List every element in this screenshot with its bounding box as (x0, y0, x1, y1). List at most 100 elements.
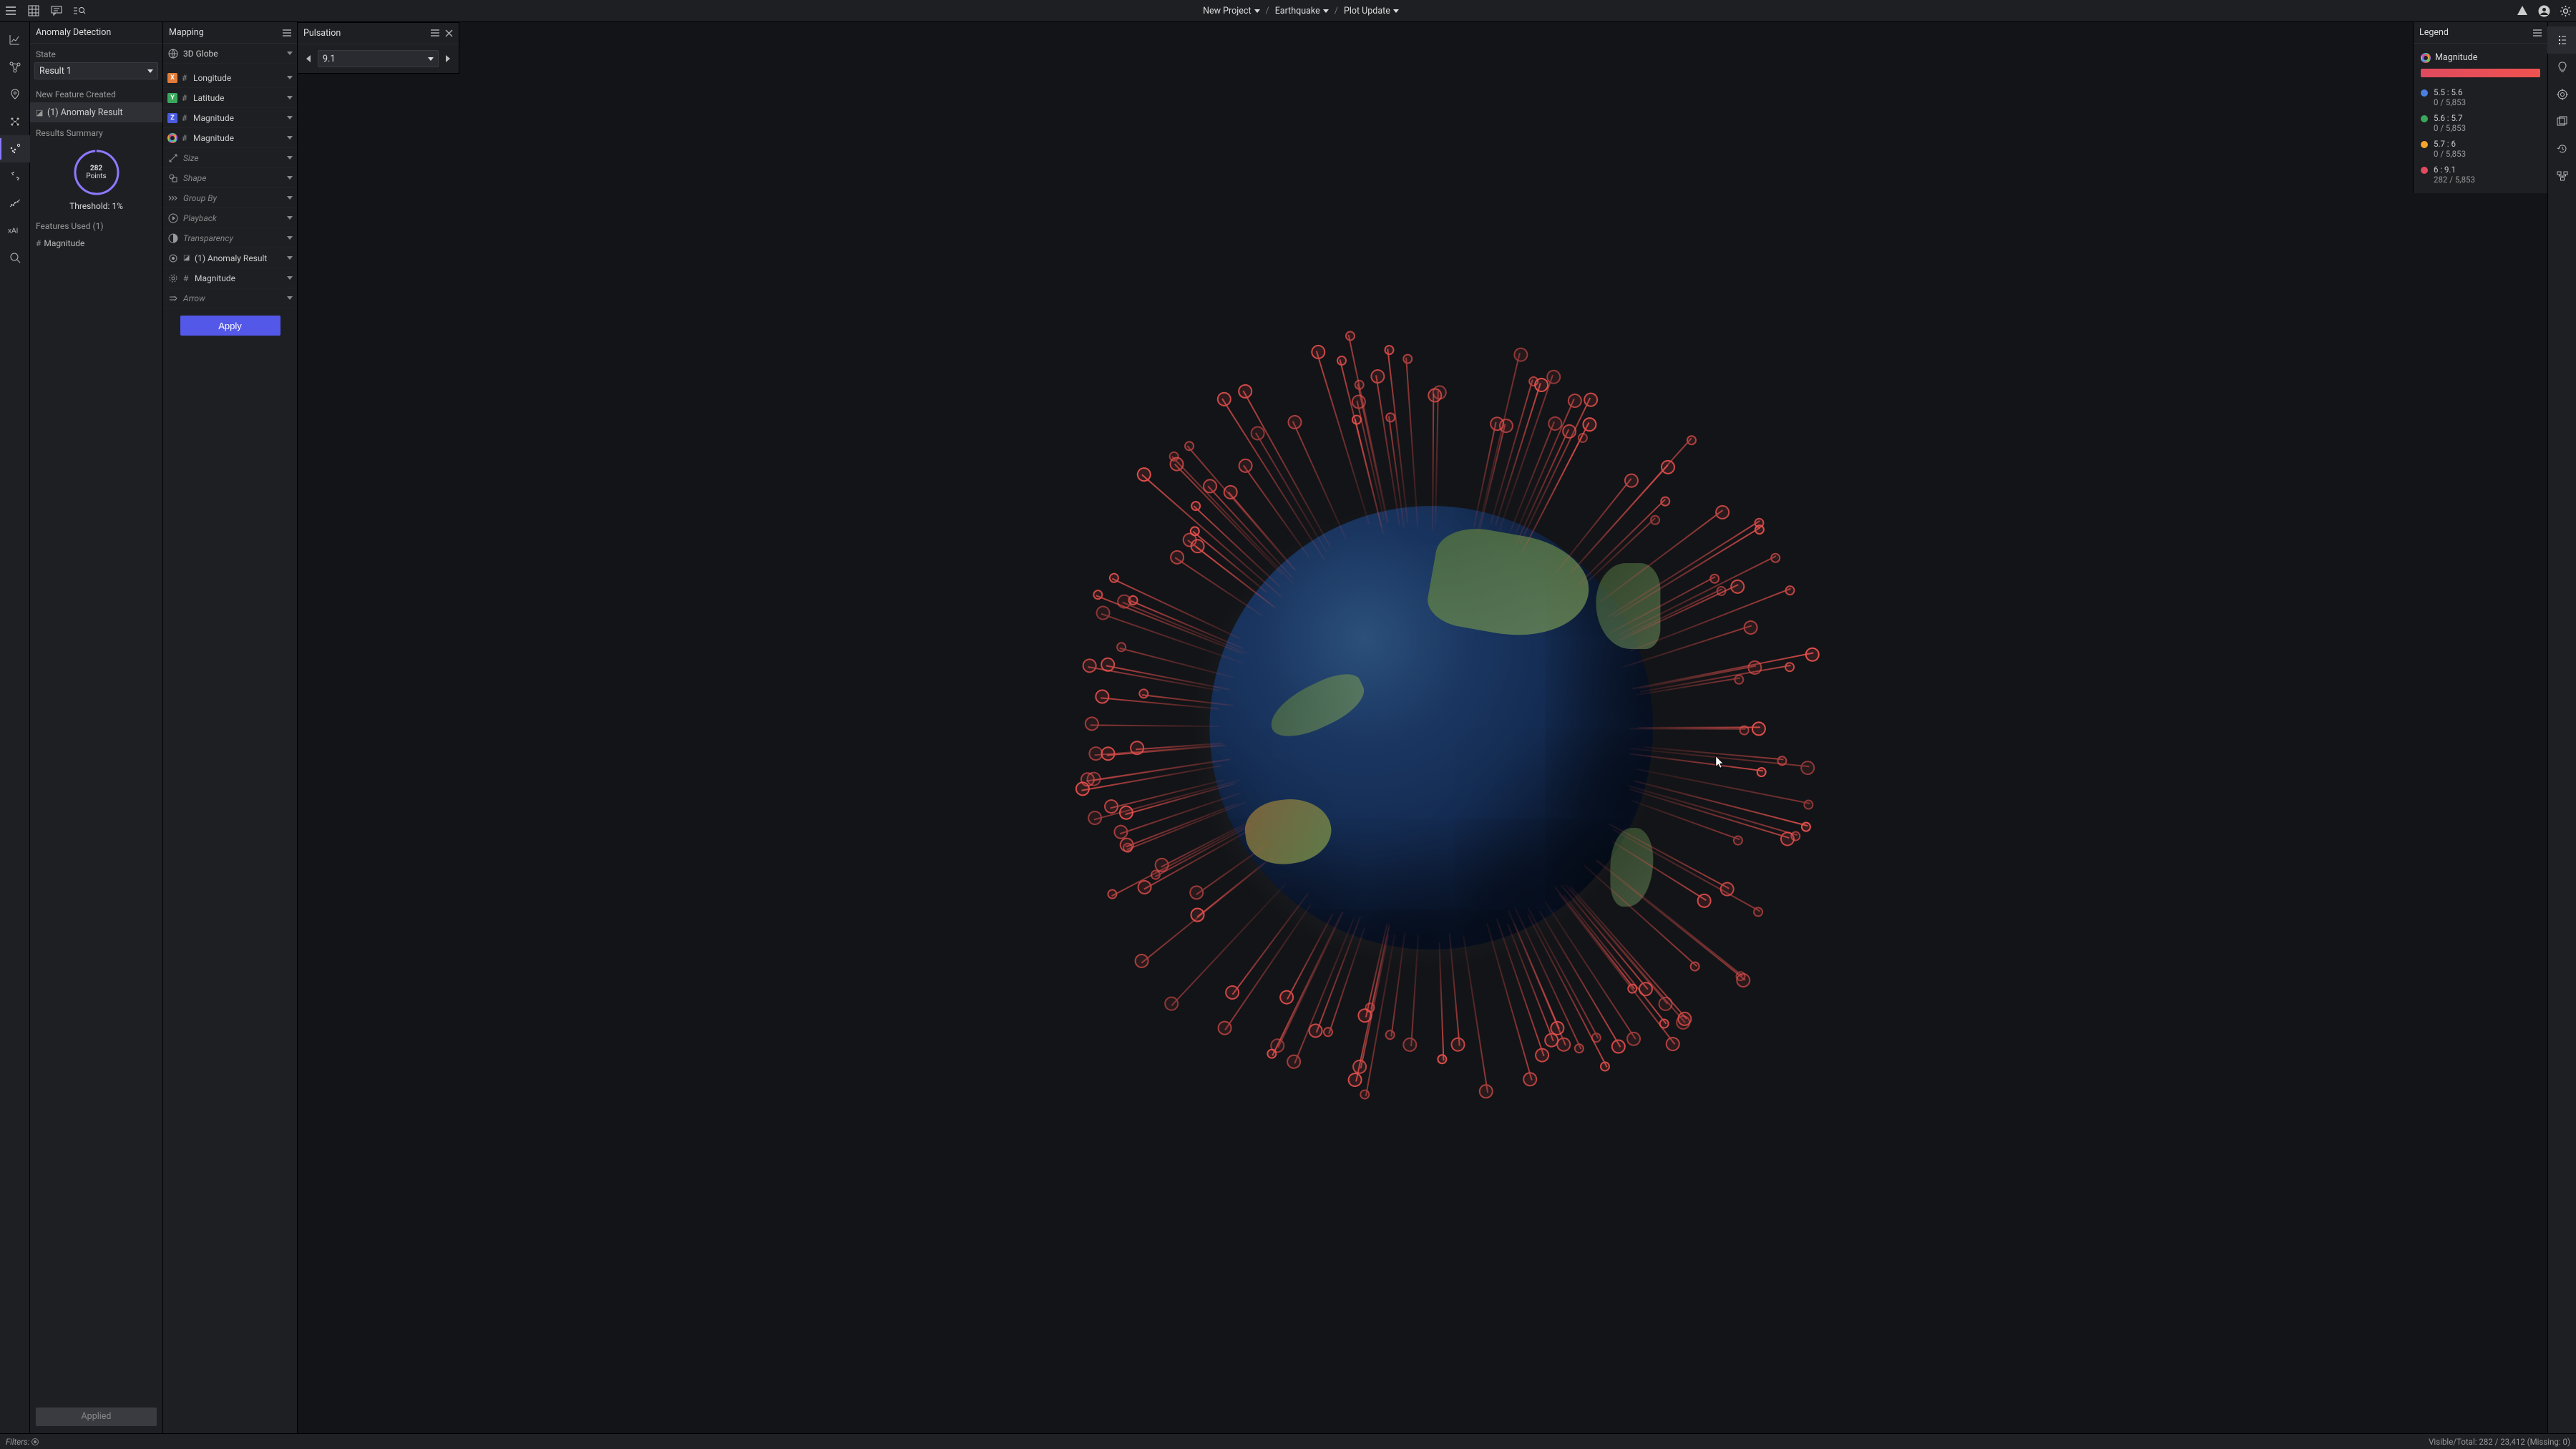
z-axis-badge: Z (167, 113, 177, 123)
color-ring-icon (2421, 53, 2431, 63)
mapping-panel-title: Mapping (169, 27, 204, 38)
map-playback-dropdown[interactable]: Playback (163, 208, 297, 228)
pulsation-next[interactable] (443, 55, 453, 62)
groupby-icon (167, 192, 179, 204)
left-tool-rail: xAI (0, 22, 30, 1433)
hamburger-icon[interactable] (4, 4, 17, 17)
account-icon[interactable] (2537, 4, 2550, 17)
network-tool[interactable] (0, 54, 30, 81)
features-used-label: Features Used (1) (30, 215, 162, 234)
pulsation-panel: Pulsation 9.1 (298, 22, 459, 74)
panels-toggle[interactable] (2547, 108, 2576, 135)
mapping-panel: Mapping 3D Globe X# Longitude Y# Latitud… (163, 22, 298, 1433)
panel-menu-icon[interactable] (2533, 29, 2542, 36)
target-toggle[interactable] (2547, 81, 2576, 108)
comment-icon[interactable] (50, 4, 63, 17)
regression-tool[interactable] (0, 190, 30, 217)
legend-dot (2421, 167, 2428, 174)
state-label: State (30, 44, 162, 62)
feature-item[interactable]: #Magnitude (30, 234, 162, 253)
chevron-down-icon (287, 52, 293, 55)
legend-dot (2421, 141, 2428, 148)
insight-toggle[interactable] (2547, 54, 2576, 81)
anomaly-panel: Anomaly Detection State Result 1 New Fea… (30, 22, 163, 1433)
map-size-dropdown[interactable]: Size (163, 148, 297, 168)
search-tool[interactable] (0, 244, 30, 271)
transparency-icon (167, 233, 179, 244)
breadcrumb-view[interactable]: Plot Update (1344, 6, 1399, 16)
pulsation-icon (167, 273, 179, 284)
size-icon (167, 152, 179, 164)
panel-menu-icon[interactable] (283, 29, 291, 36)
legend-bin[interactable]: 5.6 : 5.70 / 5,853 (2421, 110, 2540, 136)
threshold-text: Threshold: 1% (30, 201, 162, 215)
legend-bin[interactable]: 5.5 : 5.60 / 5,853 (2421, 84, 2540, 110)
legend-bin[interactable]: 5.7 : 60 / 5,853 (2421, 136, 2540, 162)
gear-icon[interactable] (2559, 4, 2572, 17)
map-halo-dropdown[interactable]: ◪ (1) Anomaly Result (163, 248, 297, 268)
history-toggle[interactable] (2547, 135, 2576, 162)
map-arrow-dropdown[interactable]: Arrow (163, 288, 297, 308)
map-pulsation-dropdown[interactable]: # Magnitude (163, 268, 297, 288)
breadcrumb: New Project / Earthquake / Plot Update (86, 6, 2516, 16)
legend-bin[interactable]: 6 : 9.1282 / 5,853 (2421, 162, 2540, 187)
legend-field: Magnitude (2435, 52, 2477, 63)
status-bar: Filters: Visible/Total: 282 / 23,412 (Mi… (0, 1433, 2576, 1449)
map-groupby-dropdown[interactable]: Group By (163, 188, 297, 208)
anomaly-result-item[interactable]: ◪ (1) Anomaly Result (30, 102, 162, 122)
viewport-3d-globe[interactable]: Pulsation 9.1 (298, 22, 2547, 1433)
color-ring-icon (167, 133, 177, 143)
map-type-dropdown[interactable]: 3D Globe (163, 44, 297, 64)
right-tool-rail (2547, 22, 2576, 1433)
svg-text:xAI: xAI (8, 228, 18, 235)
apply-button[interactable]: Apply (180, 316, 280, 336)
legend-title: Legend (2419, 27, 2449, 38)
playback-icon (167, 213, 179, 224)
new-feature-label: New Feature Created (30, 84, 162, 102)
chevron-down-icon (147, 69, 153, 73)
search-query-icon[interactable] (73, 4, 86, 17)
legend-toggle[interactable] (2547, 26, 2576, 54)
map-x-dropdown[interactable]: X# Longitude (163, 68, 297, 88)
model-tool[interactable] (0, 108, 30, 135)
shape-icon (167, 172, 179, 184)
mouse-cursor (1715, 756, 1725, 770)
breadcrumb-dataset[interactable]: Earthquake (1275, 6, 1329, 16)
xai-tool[interactable]: xAI (0, 217, 30, 244)
arrow-icon (167, 293, 179, 304)
globe-icon (167, 48, 179, 59)
close-icon[interactable] (445, 29, 453, 37)
map-color-dropdown[interactable]: # Magnitude (163, 128, 297, 148)
pulsation-prev[interactable] (303, 55, 313, 62)
chart-tool[interactable] (0, 26, 30, 54)
panel-menu-icon[interactable] (431, 29, 439, 37)
x-axis-badge: X (167, 73, 177, 83)
filters-label[interactable]: Filters: (6, 1437, 39, 1447)
brand-icon[interactable] (2516, 4, 2529, 17)
pulsation-title: Pulsation (303, 28, 341, 39)
map-y-dropdown[interactable]: Y# Latitude (163, 88, 297, 108)
map-transparency-dropdown[interactable]: Transparency (163, 228, 297, 248)
grid-icon[interactable] (27, 4, 40, 17)
visible-total-text: Visible/Total: 282 / 23,412 (Missing: 0) (2429, 1437, 2570, 1447)
anomaly-panel-title: Anomaly Detection (36, 27, 111, 38)
results-summary-label: Results Summary (30, 122, 162, 141)
applied-button[interactable]: Applied (36, 1407, 157, 1426)
result-glyph-icon: ◪ (36, 108, 43, 117)
pipeline-toggle[interactable] (2547, 162, 2576, 190)
results-donut: 282Points (71, 147, 122, 198)
state-dropdown[interactable]: Result 1 (34, 62, 158, 79)
cluster-tool[interactable] (0, 162, 30, 190)
breadcrumb-project[interactable]: New Project (1203, 6, 1259, 16)
pulsation-value-dropdown[interactable]: 9.1 (318, 50, 439, 67)
map-z-dropdown[interactable]: Z# Magnitude (163, 108, 297, 128)
y-axis-badge: Y (167, 93, 177, 103)
legend-dot (2421, 115, 2428, 122)
legend-panel: Legend Magnitude 5.5 : 5.60 / 5,8535.6 :… (2413, 22, 2547, 193)
anomaly-tool[interactable] (0, 135, 30, 162)
geo-tool[interactable] (0, 81, 30, 108)
halo-icon (167, 253, 179, 264)
map-shape-dropdown[interactable]: Shape (163, 168, 297, 188)
legend-dot (2421, 89, 2428, 97)
globe-render (1209, 506, 1653, 950)
